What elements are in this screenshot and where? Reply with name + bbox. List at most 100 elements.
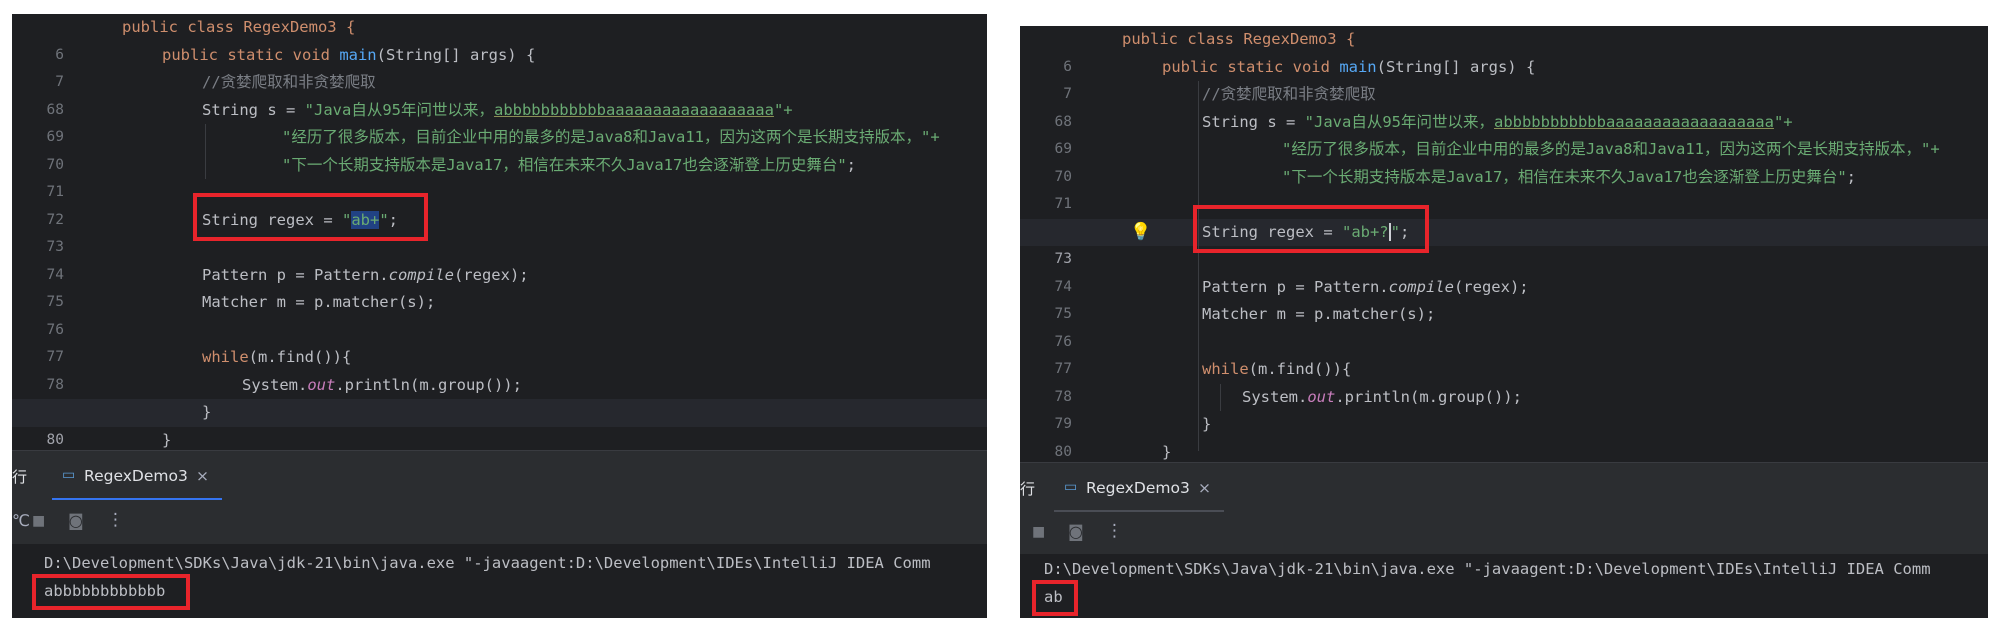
code-line: 75 Pattern p = Pattern.compile(regex); xyxy=(12,262,987,311)
code-line: 72 xyxy=(12,179,987,228)
right-run-tool-window-tabs: 行 ▭ RegexDemo3 × xyxy=(1020,462,1988,513)
camera-icon[interactable]: ◙ xyxy=(68,511,84,530)
left-code-editor[interactable]: 6 public class RegexDemo3 { 7 public sta… xyxy=(12,14,987,475)
camera-icon[interactable]: ◙ xyxy=(1068,522,1084,541)
code-line: 7 public static void main(String[] args)… xyxy=(12,42,987,91)
code-static-method: compile xyxy=(388,265,454,284)
code-text: public class RegexDemo3 { xyxy=(122,18,356,36)
code-text: Pattern p = Pattern. xyxy=(202,265,389,284)
code-string: "经历了很多版本，目前企业中用的最多的是Java8和Java11，因为这两个是长… xyxy=(1282,140,1940,158)
code-text: System. xyxy=(242,375,308,394)
code-line: 76 Matcher m = p.matcher(s); xyxy=(1020,301,1988,350)
code-text: (m.find()){ xyxy=(248,348,352,366)
code-static-method: compile xyxy=(1388,277,1454,296)
code-text: ; xyxy=(846,155,856,174)
left-run-toolbar: ℃ ■ ◙ ⋮ xyxy=(12,500,987,544)
code-text: .println(m.group()); xyxy=(335,375,522,394)
lightbulb-icon[interactable]: 💡 xyxy=(1130,219,1151,247)
code-string: "+ xyxy=(773,100,793,119)
code-static-field: out xyxy=(1307,387,1336,406)
code-line: 78 while(m.find()){ xyxy=(12,344,987,393)
code-string-underlined: abbbbbbbbbbbaaaaaaaaaaaaaaaaaa xyxy=(1493,112,1774,131)
code-method-name: main xyxy=(339,45,377,64)
code-line: 70 "经历了很多版本，目前企业中用的最多的是Java8和Java11，因为这两… xyxy=(12,124,987,173)
console-command-line: D:\Development\SDKs\Java\jdk-21\bin\java… xyxy=(44,554,931,572)
tab-regexdemo3[interactable]: RegexDemo3 xyxy=(1086,463,1190,513)
code-line: 79 System.out.println(m.group()); xyxy=(12,372,987,421)
code-text: (regex); xyxy=(453,265,529,284)
code-line: 68 //贪婪爬取和非贪婪爬取 xyxy=(1020,81,1988,130)
code-line: 6 public class RegexDemo3 { xyxy=(12,14,987,63)
code-line: 76 Matcher m = p.matcher(s); xyxy=(12,289,987,338)
code-line: 77 xyxy=(12,317,987,365)
code-text: (String[] args) { xyxy=(376,45,536,64)
run-side-label: 行 xyxy=(1020,480,1036,498)
code-keyword: public static void xyxy=(1162,57,1340,76)
code-line-current: 73 💡 String regex = "ab+? "; xyxy=(1020,218,1988,267)
right-code-editor[interactable]: 6 public class RegexDemo3 { 7 public sta… xyxy=(1020,26,1988,487)
code-text: public class RegexDemo3 { xyxy=(1122,30,1356,48)
code-string: "Java自从95年问世以来， xyxy=(304,100,494,119)
tab-regexdemo3[interactable]: RegexDemo3 xyxy=(84,451,188,501)
side-icon: ℃ xyxy=(12,511,30,530)
stop-icon[interactable]: ■ xyxy=(32,513,45,529)
code-text: (regex); xyxy=(1453,277,1529,296)
code-method-name: main xyxy=(1339,57,1377,76)
more-vertical-icon[interactable]: ⋮ xyxy=(1106,521,1123,541)
close-icon[interactable]: × xyxy=(196,451,209,501)
code-text: ; xyxy=(1846,167,1856,186)
run-side-label: 行 xyxy=(12,468,28,486)
highlight-box-output xyxy=(1032,580,1078,616)
code-text: System. xyxy=(1242,387,1308,406)
code-string-underlined: abbbbbbbbbbbaaaaaaaaaaaaaaaaaa xyxy=(493,100,774,119)
code-line: 69 String s = "Java自从95年问世以来，abbbbbbbbbb… xyxy=(12,97,987,146)
code-line: 75 Pattern p = Pattern.compile(regex); xyxy=(1020,274,1988,323)
indent-guide xyxy=(1220,383,1221,411)
code-line: 73 String regex = "ab+"; xyxy=(12,207,987,255)
code-line: 74 xyxy=(1020,246,1988,295)
code-line: 70 "经历了很多版本，目前企业中用的最多的是Java8和Java11，因为这两… xyxy=(1020,136,1988,185)
code-line: 79 System.out.println(m.group()); xyxy=(1020,384,1988,433)
code-static-field: out xyxy=(307,375,336,394)
indent-guide xyxy=(205,124,206,179)
code-string: "下一个长期支持版本是Java17，相信在未来不久Java17也会逐渐登上历史舞… xyxy=(1282,167,1847,186)
code-line: 69 String s = "Java自从95年问世以来，abbbbbbbbbb… xyxy=(1020,109,1988,158)
code-comment: //贪婪爬取和非贪婪爬取 xyxy=(1202,85,1376,103)
code-line: 68 //贪婪爬取和非贪婪爬取 xyxy=(12,69,987,118)
code-string: "+ xyxy=(1773,112,1793,131)
console-tab-icon: ▭ xyxy=(1064,479,1078,495)
right-ide-screenshot: 6 public class RegexDemo3 { 7 public sta… xyxy=(1020,26,1988,618)
code-line-current: 80 } xyxy=(12,399,987,448)
highlight-box-output xyxy=(32,574,190,610)
code-keyword: while xyxy=(1202,360,1249,378)
console-command-line: D:\Development\SDKs\Java\jdk-21\bin\java… xyxy=(1044,560,1931,578)
code-line: 72 xyxy=(1020,191,1988,240)
code-text: } xyxy=(1202,415,1212,433)
code-line: 7 public static void main(String[] args)… xyxy=(1020,54,1988,103)
code-line: 80 } xyxy=(1020,411,1988,460)
close-icon[interactable]: × xyxy=(1198,463,1211,513)
code-line: 74 xyxy=(12,234,987,283)
code-text: String s = xyxy=(202,100,305,119)
stop-icon[interactable]: ■ xyxy=(1032,524,1045,540)
left-ide-screenshot: 6 public class RegexDemo3 { 7 public sta… xyxy=(12,14,987,618)
code-text: String s = xyxy=(1202,112,1305,131)
code-text: Matcher m = p.matcher(s); xyxy=(202,293,436,311)
left-run-tool-window-tabs: 行 ▭ RegexDemo3 × xyxy=(12,450,987,501)
code-text: Pattern p = Pattern. xyxy=(1202,277,1389,296)
code-string: "经历了很多版本，目前企业中用的最多的是Java8和Java11，因为这两个是长… xyxy=(282,128,940,146)
more-vertical-icon[interactable]: ⋮ xyxy=(107,510,124,530)
right-console-output[interactable]: D:\Development\SDKs\Java\jdk-21\bin\java… xyxy=(1020,554,1988,618)
console-tab-icon: ▭ xyxy=(62,467,76,483)
code-line: 71 "下一个长期支持版本是Java17，相信在未来不久Java17也会逐渐登上… xyxy=(12,152,987,201)
code-text: (m.find()){ xyxy=(1248,360,1352,378)
indent-guide xyxy=(1198,81,1199,451)
right-run-toolbar: ■ ◙ ⋮ xyxy=(1020,512,1988,554)
code-string: "Java自从95年问世以来， xyxy=(1304,112,1494,131)
code-line: 78 while(m.find()){ xyxy=(1020,356,1988,405)
left-console-output[interactable]: D:\Development\SDKs\Java\jdk-21\bin\java… xyxy=(12,544,987,618)
highlight-box-regex xyxy=(193,193,428,241)
code-line: 77 xyxy=(1020,329,1988,377)
code-line: 71 "下一个长期支持版本是Java17，相信在未来不久Java17也会逐渐登上… xyxy=(1020,164,1988,213)
highlight-box-regex xyxy=(1193,205,1429,253)
